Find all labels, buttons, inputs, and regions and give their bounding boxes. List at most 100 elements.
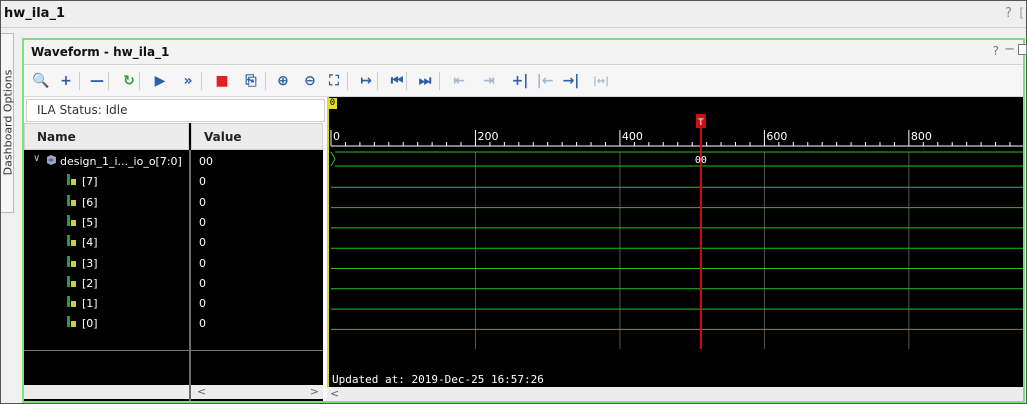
signal-name: [1] <box>82 297 98 311</box>
signal-name: [0] <box>82 317 98 331</box>
main-window: hw_ila_1 ? [ Dashboard Options Waveform … <box>0 0 1027 404</box>
signal-row[interactable]: ∨ design_1_i..._io_o[7:0] <box>24 151 189 171</box>
add-marker-icon[interactable]: +| <box>510 71 530 91</box>
go-to-start-icon[interactable]: ⏮ <box>387 71 407 91</box>
window-restore-icon[interactable]: [ <box>1019 6 1024 20</box>
column-divider[interactable] <box>189 150 191 401</box>
signal-name: [7] <box>82 175 98 189</box>
signal-name: [6] <box>82 195 98 209</box>
next-transition-icon[interactable]: ⇥ <box>479 71 499 91</box>
ruler-tick-label: 800 <box>910 130 932 143</box>
name-column-label: Name <box>37 130 76 144</box>
signal-list-pane: Name Value ∨ design_1_i..._io_o[7:0] 00 [7]… <box>24 123 323 401</box>
waveform-display[interactable]: T 00 0 0 200 400 600 800 Updated at: 2019-Dec… <box>327 97 1023 401</box>
next-marker-icon[interactable]: →| <box>561 71 581 91</box>
toolbar-separator <box>139 72 140 90</box>
swap-cursors-icon[interactable]: |↔| <box>591 71 611 91</box>
panel-maximize-icon[interactable] <box>1018 44 1027 55</box>
updated-timestamp: Updated at: 2019-Dec-25 16:57:26 <box>332 373 544 386</box>
signal-value: 0 <box>199 175 206 189</box>
run-trigger-immediate-icon[interactable]: ↻ <box>119 71 139 91</box>
zoom-out-icon[interactable]: ⊖ <box>300 71 320 91</box>
signal-value: 0 <box>199 317 206 331</box>
name-scrollbar[interactable] <box>24 385 189 399</box>
panel-minimize-icon[interactable]: − <box>1004 42 1015 57</box>
window-help-icon[interactable]: ? <box>1005 6 1012 21</box>
signal-name: [5] <box>82 215 98 229</box>
signal-row[interactable]: [7] <box>24 171 189 191</box>
signal-value: 0 <box>199 195 206 209</box>
ruler-tick-label: 600 <box>766 130 788 143</box>
stop-icon[interactable]: ■ <box>212 71 232 91</box>
signal-value: 0 <box>199 276 206 290</box>
toolbar-separator <box>108 72 109 90</box>
zoom-search-icon[interactable]: 🔍 <box>31 71 51 91</box>
ruler-tick-label: 200 <box>477 130 499 143</box>
ila-status-box: ILA Status: Idle <box>26 99 325 122</box>
start-marker[interactable]: 0 <box>328 98 337 109</box>
bus-icon <box>46 154 57 166</box>
waveform-scrollbar[interactable]: < <box>327 387 1023 401</box>
signal-name: [3] <box>82 256 98 270</box>
signal-value: 0 <box>199 215 206 229</box>
value-column-label: Value <box>204 130 242 144</box>
signal-value: 0 <box>199 256 206 270</box>
run-trigger-continuous-icon[interactable]: » <box>178 71 198 91</box>
panel-help-icon[interactable]: ? <box>993 44 999 58</box>
name-column-header[interactable]: Name <box>24 123 189 150</box>
signal-value: 0 <box>199 297 206 311</box>
signal-value: 0 <box>199 236 206 250</box>
add-icon[interactable]: + <box>56 71 76 91</box>
signal-row[interactable]: [1] <box>24 293 189 313</box>
toolbar-separator <box>265 72 266 90</box>
bit-signal-icon <box>66 316 77 328</box>
dashboard-options-tab[interactable]: Dashboard Options <box>1 33 15 213</box>
value-column-header[interactable]: Value <box>191 123 323 150</box>
export-icon[interactable]: ⎘ <box>241 71 261 91</box>
run-trigger-icon[interactable]: ▶ <box>150 71 170 91</box>
scroll-right-arrow-icon[interactable]: > <box>310 385 319 398</box>
list-bottom-divider <box>24 350 323 351</box>
value-scrollbar[interactable]: < > <box>191 385 323 399</box>
toolbar-separator <box>347 72 348 90</box>
ruler-tick-label: 0 <box>333 130 340 143</box>
toolbar-separator <box>79 72 80 90</box>
remove-icon[interactable]: — <box>87 71 107 91</box>
previous-marker-icon[interactable]: |← <box>535 71 555 91</box>
bit-signal-icon <box>66 194 77 207</box>
window-title-bar: hw_ila_1 ? [ <box>1 1 1026 28</box>
signal-name: [4] <box>82 236 98 250</box>
scroll-left-arrow-icon[interactable]: < <box>197 385 206 398</box>
bit-signal-icon <box>66 255 77 268</box>
trigger-marker-label[interactable]: T <box>697 118 704 128</box>
signal-row[interactable]: [3] <box>24 253 189 273</box>
toolbar-separator <box>201 72 202 90</box>
signal-value: 00 <box>199 155 213 168</box>
ila-status-text: ILA Status: Idle <box>37 103 128 117</box>
bit-signal-icon <box>66 275 77 288</box>
wave-scroll-left-arrow-icon[interactable]: < <box>330 387 339 400</box>
signal-row[interactable]: [4] <box>24 232 189 252</box>
zoom-in-icon[interactable]: ⊕ <box>273 71 293 91</box>
toolbar-separator <box>377 72 378 90</box>
previous-transition-icon[interactable]: ⇤ <box>449 71 469 91</box>
toolbar-separator <box>439 72 440 90</box>
go-to-end-icon[interactable]: ⏭ <box>415 71 435 91</box>
bit-signal-icon <box>66 174 77 186</box>
zoom-fit-icon[interactable]: ⛶ <box>324 71 344 91</box>
bus-waveform <box>330 151 1023 167</box>
expand-chevron-icon[interactable]: ∨ <box>33 153 44 165</box>
window-title: hw_ila_1 <box>4 6 65 21</box>
waveform-toolbar: 🔍 + — ↻ ▶ » ■ ⎘ ⊕ ⊖ ⛶ ↦ ⏮ ⏭ ⇤ ⇥ +| |← →| |↔| <box>24 66 1023 97</box>
bus-value-label: 00 <box>695 155 707 166</box>
dashboard-options-label: Dashboard Options <box>1 69 15 176</box>
signal-row[interactable]: [5] <box>24 212 189 232</box>
signal-row[interactable]: [2] <box>24 273 189 293</box>
signal-row[interactable]: [0] <box>24 313 189 333</box>
signal-name: [2] <box>82 276 98 290</box>
bit-signal-icon <box>66 235 77 247</box>
signal-row[interactable]: [6] <box>24 192 189 212</box>
panel-title: Waveform - hw_ila_1 <box>31 45 170 59</box>
go-to-cursor-icon[interactable]: ↦ <box>356 71 376 91</box>
bit-signal-icon <box>66 214 77 227</box>
